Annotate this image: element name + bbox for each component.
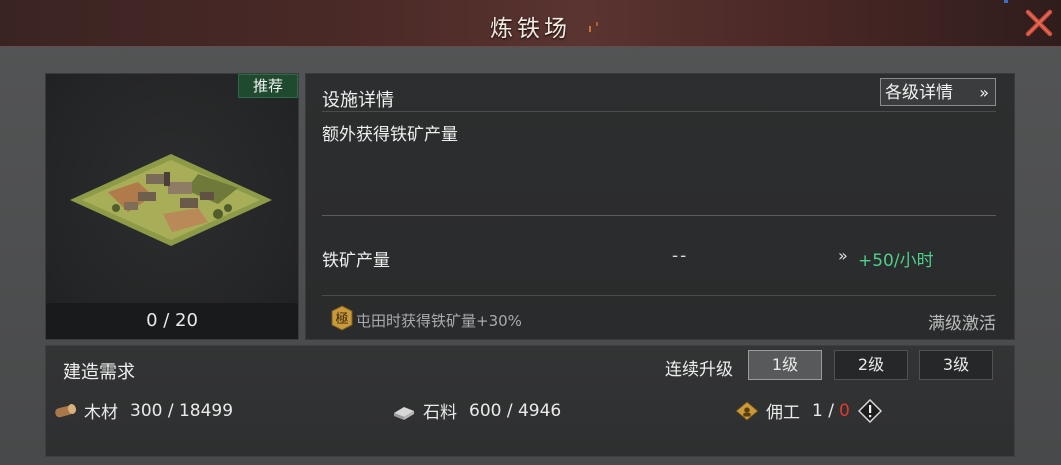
stone-block-icon — [394, 406, 414, 420]
facility-details-panel: 设施详情 各级详情 » 额外获得铁矿产量 铁矿产量 -- » +50/小时 極 … — [305, 73, 1015, 340]
worker-emblem-icon — [735, 400, 759, 421]
close-button[interactable] — [1023, 7, 1055, 39]
upgrade-level-1-button[interactable]: 1级 — [748, 350, 822, 380]
divider — [322, 111, 996, 112]
facility-preview-panel: 推荐 0 / 20 — [45, 73, 299, 340]
upgrade-level-3-button[interactable]: 3级 — [919, 350, 993, 380]
max-level-badge-icon: 極 — [331, 305, 353, 331]
worker-requirement: 佣工 1 / 0 — [734, 398, 882, 423]
stat-next-value: +50/小时 — [858, 251, 934, 271]
details-section-title: 设施详情 — [322, 90, 394, 111]
stone-value: 600 / 4946 — [469, 400, 562, 421]
worker-required: 0 — [838, 400, 850, 421]
wood-requirement: 木材 300 / 18499 — [52, 398, 233, 423]
title-bar: 炼铁场 — [0, 0, 1061, 47]
stone-requirement: 石料 600 / 4946 — [391, 398, 561, 423]
wood-label: 木材 — [84, 403, 118, 423]
level-details-label: 各级详情 — [885, 83, 953, 103]
ironworks-building-image — [70, 154, 272, 246]
level-details-button[interactable]: 各级详情 » — [880, 78, 996, 106]
wood-log-icon — [55, 403, 77, 417]
double-chevron-right-icon: » — [979, 83, 989, 102]
max-level-badge-char: 極 — [335, 311, 348, 327]
stat-current-value: -- — [672, 246, 689, 266]
warning-icon[interactable] — [857, 398, 882, 423]
stone-label: 石料 — [423, 403, 457, 423]
max-level-bonus-text: 屯田时获得铁矿量+30% — [356, 312, 522, 330]
continuous-upgrade-label: 连续升级 — [665, 360, 733, 380]
stat-arrow-icon: » — [838, 246, 848, 265]
stat-label: 铁矿产量 — [322, 251, 390, 271]
recommended-badge: 推荐 — [238, 74, 298, 98]
build-section-title: 建造需求 — [63, 362, 135, 383]
facility-description: 额外获得铁矿产量 — [322, 125, 458, 145]
max-level-activate-label: 满级激活 — [928, 314, 996, 334]
divider — [322, 295, 996, 296]
window-title: 炼铁场 — [490, 16, 571, 42]
upgrade-level-2-button[interactable]: 2级 — [834, 350, 908, 380]
worker-label: 佣工 — [766, 403, 800, 423]
divider — [322, 215, 996, 216]
worker-current: 1 / — [812, 400, 834, 421]
build-requirements-panel: 建造需求 连续升级 1级 2级 3级 木材 300 / 18499 石料 600… — [45, 345, 1015, 457]
facility-count: 0 / 20 — [46, 303, 298, 339]
close-icon — [1025, 9, 1053, 37]
wood-value: 300 / 18499 — [130, 400, 234, 421]
